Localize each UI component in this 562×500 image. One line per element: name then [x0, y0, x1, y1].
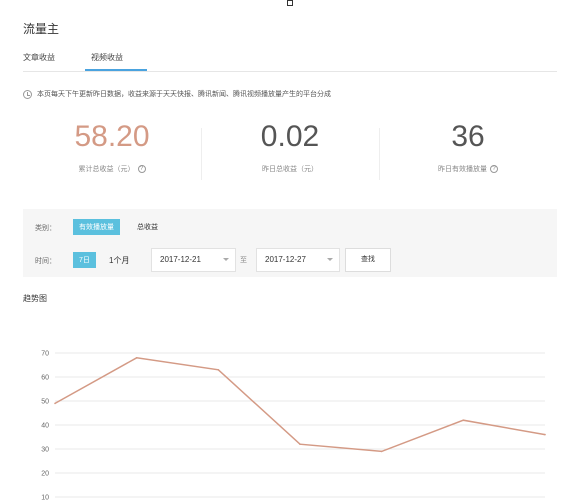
stat-label-text: 昨日总收益（元） [262, 166, 318, 173]
filter-panel: 类别： 有效播放量 总收益 时间： 7日 1个月 2017-12-21 至 20… [23, 209, 557, 277]
y-tick-label: 40 [41, 423, 49, 430]
data-point[interactable] [299, 443, 301, 445]
chevron-down-icon [327, 258, 333, 261]
trend-chart-svg: 10 20 30 40 50 60 70 [41, 351, 546, 500]
stat-value: 58.20 [74, 120, 150, 153]
stats-panel: 58.20 累计总收益（元）? 0.02 昨日总收益（元） 36 昨日有效播放量… [23, 120, 557, 190]
search-button[interactable]: 查找 [345, 248, 391, 272]
stat-label: 昨日有效播放量? [379, 164, 557, 174]
stat-label-text: 昨日有效播放量 [438, 166, 487, 173]
range-1m-chip[interactable]: 1个月 [103, 252, 135, 269]
range-7d-chip[interactable]: 7日 [73, 252, 96, 268]
date-from-picker[interactable]: 2017-12-21 [151, 248, 236, 272]
y-tick-label: 60 [41, 375, 49, 382]
y-tick-label: 10 [41, 495, 49, 500]
y-tick-label: 20 [41, 471, 49, 478]
time-label: 时间： [35, 258, 56, 265]
tab-bar: 文章收益 视频收益 [23, 52, 557, 72]
data-point[interactable] [544, 433, 546, 436]
category-total-revenue-chip[interactable]: 总收益 [131, 219, 164, 235]
trend-chart: 10 20 30 40 50 60 70 [0, 330, 562, 500]
y-tick-label: 50 [41, 399, 49, 406]
help-icon[interactable]: ? [137, 165, 146, 174]
stat-value: 36 [451, 120, 485, 153]
y-tick-label: 70 [41, 351, 49, 358]
stat-label: 累计总收益（元）? [23, 164, 201, 174]
help-icon[interactable]: ? [490, 165, 498, 174]
page-title: 流量主 [23, 22, 60, 36]
tab-article-revenue[interactable]: 文章收益 [23, 52, 55, 63]
tab-video-revenue[interactable]: 视频收益 [91, 52, 123, 63]
stat-label-text: 累计总收益（元） [78, 166, 135, 173]
series-line [54, 357, 546, 453]
category-label: 类别： [35, 225, 56, 232]
active-tab-indicator [85, 69, 147, 71]
date-to-value: 2017-12-27 [265, 255, 306, 264]
data-point[interactable] [135, 357, 138, 359]
data-point[interactable] [54, 402, 56, 405]
stat-yesterday-revenue: 0.02 昨日总收益（元） [201, 120, 379, 174]
y-tick-label: 30 [41, 447, 49, 454]
trend-title: 趋势图 [23, 294, 47, 303]
stat-value: 0.02 [260, 120, 320, 153]
clock-icon [23, 89, 32, 99]
date-separator: 至 [240, 257, 247, 264]
stat-label: 昨日总收益（元） [201, 164, 379, 174]
data-point[interactable] [217, 369, 220, 371]
window-marker [287, 0, 293, 6]
notice-text: 本页每天下午更新昨日数据，收益来源于天天快报、腾讯新闻、腾讯视频播放量产生的平台… [37, 91, 331, 98]
stat-total-revenue: 58.20 累计总收益（元）? [23, 120, 201, 174]
date-to-picker[interactable]: 2017-12-27 [256, 248, 340, 272]
data-point[interactable] [462, 419, 465, 421]
chevron-down-icon [223, 258, 229, 261]
category-valid-plays-chip[interactable]: 有效播放量 [73, 219, 120, 235]
notice: 本页每天下午更新昨日数据，收益来源于天天快报、腾讯新闻、腾讯视频播放量产生的平台… [23, 89, 331, 99]
stat-yesterday-plays: 36 昨日有效播放量? [379, 120, 557, 174]
data-point[interactable] [380, 450, 383, 453]
date-from-value: 2017-12-21 [160, 255, 201, 264]
